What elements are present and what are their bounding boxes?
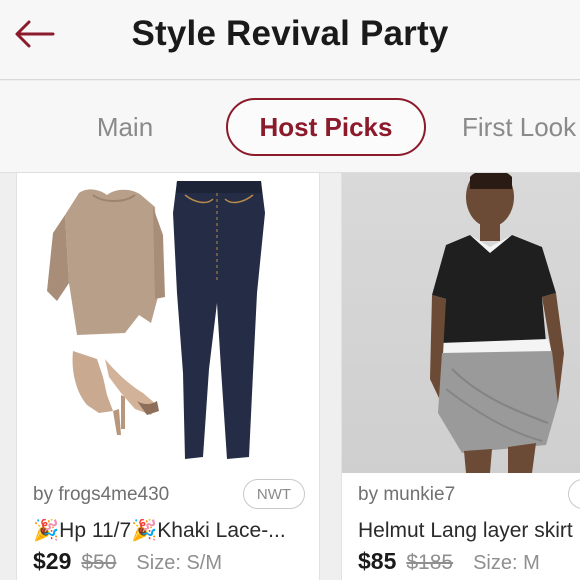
listing-title[interactable]: Helmut Lang layer skirt bbox=[358, 519, 580, 543]
listing-card[interactable]: by frogs4me430 NWT 🎉Hp 11/7🎉Khaki Lace-.… bbox=[16, 173, 320, 580]
listing-photo[interactable] bbox=[342, 173, 580, 473]
listing-card[interactable]: by munkie7 Helmut Lang layer skirt $85 $… bbox=[341, 173, 580, 580]
listing-size: Size: S/M bbox=[136, 552, 222, 574]
page-title: Style Revival Party bbox=[131, 14, 449, 53]
listing-size: Size: M bbox=[473, 552, 540, 574]
seller-name[interactable]: by munkie7 bbox=[358, 484, 455, 506]
listing-price: $29 bbox=[33, 548, 72, 574]
original-price: $185 bbox=[406, 551, 454, 574]
tab-host-picks[interactable]: Host Picks bbox=[226, 98, 426, 156]
listing-title[interactable]: 🎉Hp 11/7🎉Khaki Lace-... bbox=[33, 519, 313, 543]
original-price: $50 bbox=[81, 551, 117, 574]
listing-price: $85 bbox=[358, 548, 397, 574]
price-row: $29 $50 Size: S/M bbox=[33, 548, 222, 575]
condition-badge: NWT bbox=[243, 479, 305, 509]
tab-first-look[interactable]: First Look bbox=[448, 98, 580, 156]
tab-main[interactable]: Main bbox=[60, 98, 190, 156]
listing-photo[interactable] bbox=[17, 173, 319, 473]
header-bar: Style Revival Party bbox=[0, 0, 580, 80]
condition-badge bbox=[568, 479, 580, 509]
price-row: $85 $185 Size: M bbox=[358, 548, 540, 575]
listing-grid: by frogs4me430 NWT 🎉Hp 11/7🎉Khaki Lace-.… bbox=[0, 173, 580, 580]
tab-bar: Main Host Picks First Look bbox=[0, 81, 580, 173]
seller-name[interactable]: by frogs4me430 bbox=[33, 484, 169, 506]
